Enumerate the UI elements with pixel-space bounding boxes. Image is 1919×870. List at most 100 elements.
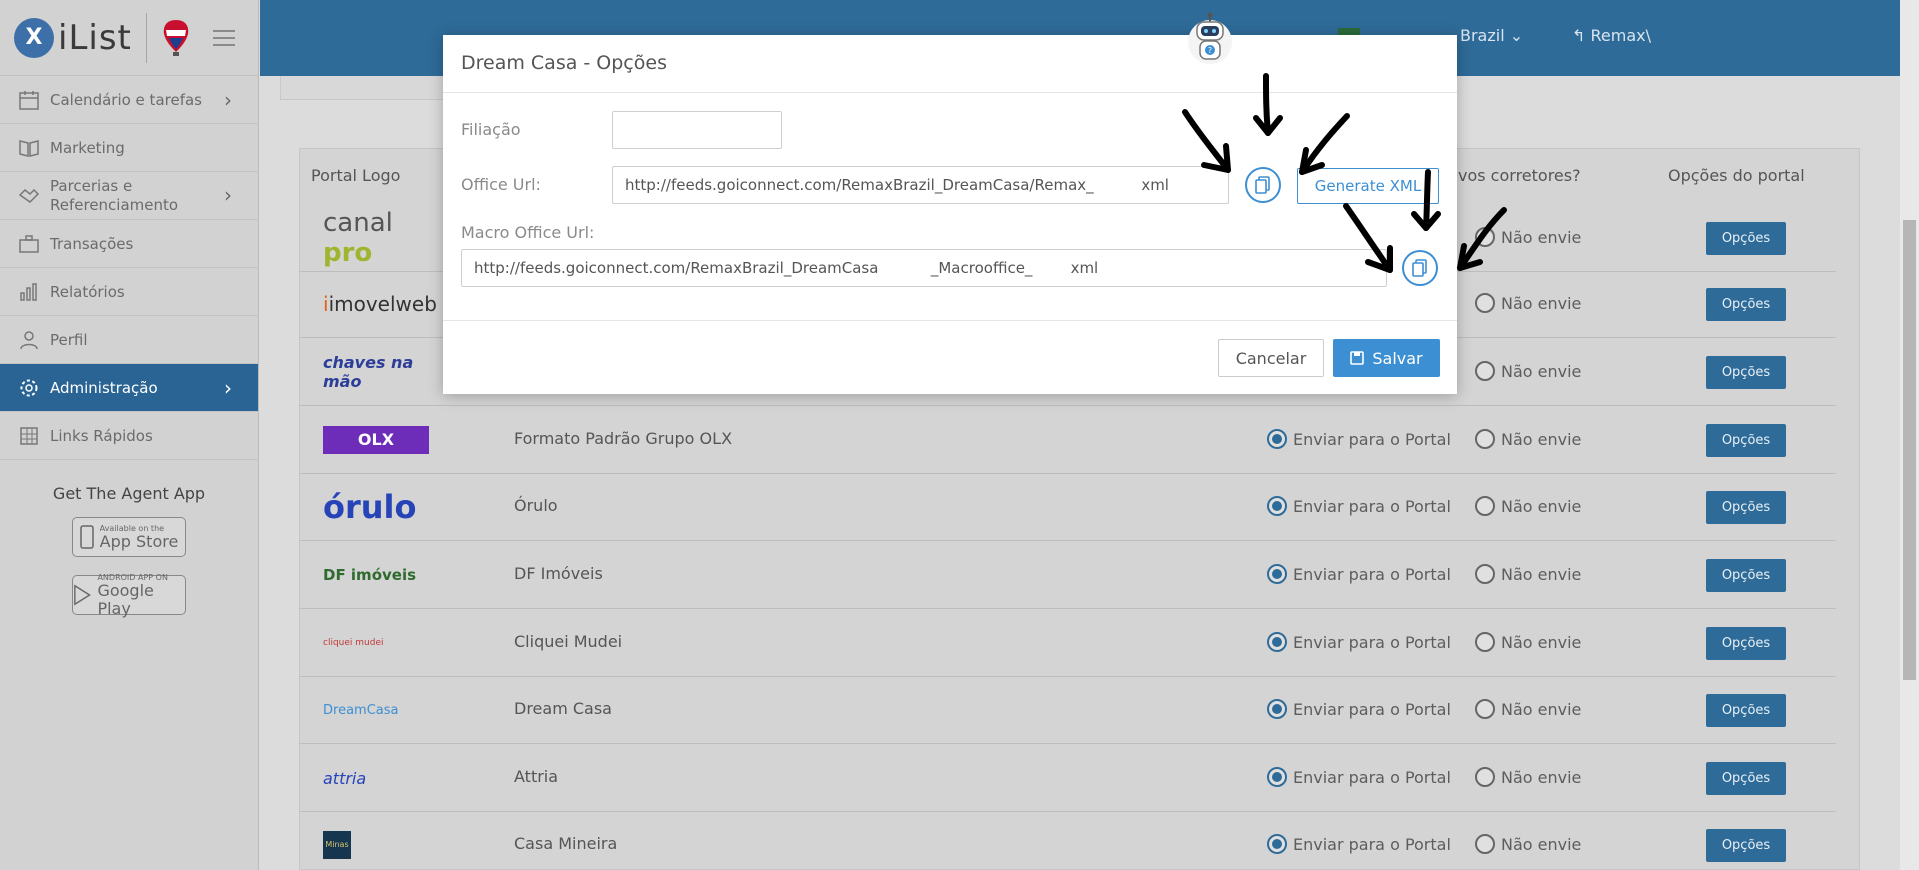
- radio-dot: [1475, 699, 1495, 719]
- options-button[interactable]: Opções: [1706, 627, 1786, 660]
- send-to-portal-radio[interactable]: Enviar para o Portal: [1267, 834, 1451, 854]
- do-not-send-radio[interactable]: Não envie: [1475, 767, 1581, 787]
- radio-dot: [1267, 632, 1287, 652]
- copy-icon: [1412, 259, 1427, 277]
- radio-dot: [1475, 361, 1495, 381]
- radio-label: Enviar para o Portal: [1293, 834, 1451, 854]
- sidebar-item-transacoes[interactable]: Transações: [0, 220, 258, 268]
- macro-office-url-label: Macro Office Url:: [461, 223, 595, 242]
- header-portal-logo: Portal Logo: [311, 166, 401, 185]
- account-label: Remax\: [1590, 26, 1652, 45]
- copy-icon: [1255, 176, 1270, 194]
- do-not-send-radio[interactable]: Não envie: [1475, 429, 1581, 449]
- do-not-send-radio[interactable]: Não envie: [1475, 293, 1581, 313]
- options-button[interactable]: Opções: [1706, 288, 1786, 321]
- portal-name: Formato Padrão Grupo OLX: [514, 429, 733, 448]
- options-button[interactable]: Opções: [1706, 424, 1786, 457]
- sidebar-item-administracao[interactable]: Administração ›: [0, 364, 258, 412]
- sidebar-item-marketing[interactable]: Marketing: [0, 124, 258, 172]
- sidebar-item-perfil[interactable]: Perfil: [0, 316, 258, 364]
- radio-dot: [1475, 834, 1495, 854]
- do-not-send-radio[interactable]: Não envie: [1475, 834, 1581, 854]
- ilist-logo-icon[interactable]: X: [14, 17, 54, 58]
- sidebar: X iList Calendário e tarefas › Marketing…: [0, 0, 259, 870]
- sidebar-item-label: Transações: [50, 234, 134, 253]
- portal-logo: attria: [323, 768, 367, 788]
- do-not-send-radio[interactable]: Não envie: [1475, 632, 1581, 652]
- portal-logo: órulo: [323, 488, 417, 526]
- radio-label: Não envie: [1501, 361, 1582, 381]
- bar-chart-icon: [20, 282, 37, 301]
- generate-xml-button[interactable]: Generate XML: [1297, 168, 1439, 204]
- save-icon: [1350, 351, 1365, 365]
- radio-label: Não envie: [1501, 564, 1582, 584]
- grid-icon: [20, 426, 38, 445]
- radio-dot: [1475, 564, 1495, 584]
- send-to-portal-radio[interactable]: Enviar para o Portal: [1267, 632, 1451, 652]
- radio-label: Enviar para o Portal: [1293, 699, 1451, 719]
- portal-name: Cliquei Mudei: [514, 632, 623, 651]
- sidebar-item-links-rapidos[interactable]: Links Rápidos: [0, 412, 258, 460]
- send-to-portal-radio[interactable]: Enviar para o Portal: [1267, 699, 1451, 719]
- options-button[interactable]: Opções: [1706, 559, 1786, 592]
- chevron-right-icon: ›: [224, 87, 232, 112]
- radio-dot: [1267, 496, 1287, 516]
- radio-dot: [1475, 767, 1495, 787]
- filiacao-input[interactable]: [612, 111, 782, 149]
- radio-dot: [1267, 834, 1287, 854]
- radio-label: Não envie: [1501, 699, 1582, 719]
- briefcase-icon: [19, 234, 39, 253]
- radio-label: Não envie: [1501, 767, 1582, 787]
- sidebar-item-label: Calendário e tarefas: [50, 90, 202, 109]
- options-button[interactable]: Opções: [1706, 829, 1786, 862]
- copy-office-url-button[interactable]: [1245, 167, 1281, 203]
- account-menu[interactable]: ↰ Remax\: [1572, 26, 1651, 45]
- phone-icon: [79, 525, 94, 549]
- options-button[interactable]: Opções: [1706, 356, 1786, 389]
- app-store-button[interactable]: Available on the App Store: [72, 517, 186, 557]
- radio-label: Não envie: [1501, 429, 1582, 449]
- sidebar-item-label: Marketing: [50, 138, 125, 157]
- send-to-portal-radio[interactable]: Enviar para o Portal: [1267, 564, 1451, 584]
- do-not-send-radio[interactable]: Não envie: [1475, 227, 1581, 247]
- scrollbar-thumb[interactable]: [1903, 220, 1916, 680]
- portal-name: Attria: [514, 767, 559, 786]
- portal-name: Órulo: [514, 496, 558, 515]
- options-button[interactable]: Opções: [1706, 222, 1786, 255]
- do-not-send-radio[interactable]: Não envie: [1475, 496, 1581, 516]
- table-row: DreamCasa Dream Casa Enviar para o Portal N…: [299, 676, 1836, 744]
- office-url-input[interactable]: [612, 166, 1229, 204]
- send-to-portal-radio[interactable]: Enviar para o Portal: [1267, 767, 1451, 787]
- table-row: cliquei mudei Cliquei Mudei Enviar para o …: [299, 609, 1836, 677]
- send-to-portal-radio[interactable]: Enviar para o Portal: [1267, 496, 1451, 516]
- radio-label: Enviar para o Portal: [1293, 429, 1451, 449]
- options-button[interactable]: Opções: [1706, 491, 1786, 524]
- google-play-button[interactable]: ANDROID APP ON Google Play: [72, 573, 186, 617]
- portal-logo: iimovelweb: [323, 292, 437, 316]
- ilist-logo-text[interactable]: iList: [58, 18, 132, 58]
- sidebar-item-calendario[interactable]: Calendário e tarefas ›: [0, 76, 258, 124]
- sidebar-item-label: Parcerias e Referenciamento: [50, 176, 179, 214]
- do-not-send-radio[interactable]: Não envie: [1475, 361, 1581, 381]
- options-button[interactable]: Opções: [1706, 762, 1786, 795]
- copy-macro-url-button[interactable]: [1402, 250, 1438, 286]
- country-selector[interactable]: Brazil ⌄: [1460, 26, 1523, 45]
- sidebar-item-relatorios[interactable]: Relatórios: [0, 268, 258, 316]
- macro-office-url-input[interactable]: [461, 249, 1387, 287]
- radio-dot: [1267, 767, 1287, 787]
- do-not-send-radio[interactable]: Não envie: [1475, 564, 1581, 584]
- do-not-send-radio[interactable]: Não envie: [1475, 699, 1581, 719]
- send-to-portal-radio[interactable]: Enviar para o Portal: [1267, 429, 1451, 449]
- page-scrollbar[interactable]: [1900, 0, 1919, 870]
- menu-toggle-icon[interactable]: [212, 29, 235, 46]
- cancel-button[interactable]: Cancelar: [1218, 339, 1324, 377]
- logo-divider: [145, 12, 147, 63]
- radio-dot: [1267, 699, 1287, 719]
- options-button[interactable]: Opções: [1706, 694, 1786, 727]
- robot-assistant-icon[interactable]: ?: [1186, 12, 1234, 68]
- save-button[interactable]: Salvar: [1333, 339, 1440, 377]
- country-label: Brazil: [1460, 26, 1505, 45]
- sidebar-item-parcerias[interactable]: Parcerias e Referenciamento ›: [0, 172, 258, 220]
- portal-name: Dream Casa: [514, 699, 612, 718]
- radio-dot: [1267, 429, 1287, 449]
